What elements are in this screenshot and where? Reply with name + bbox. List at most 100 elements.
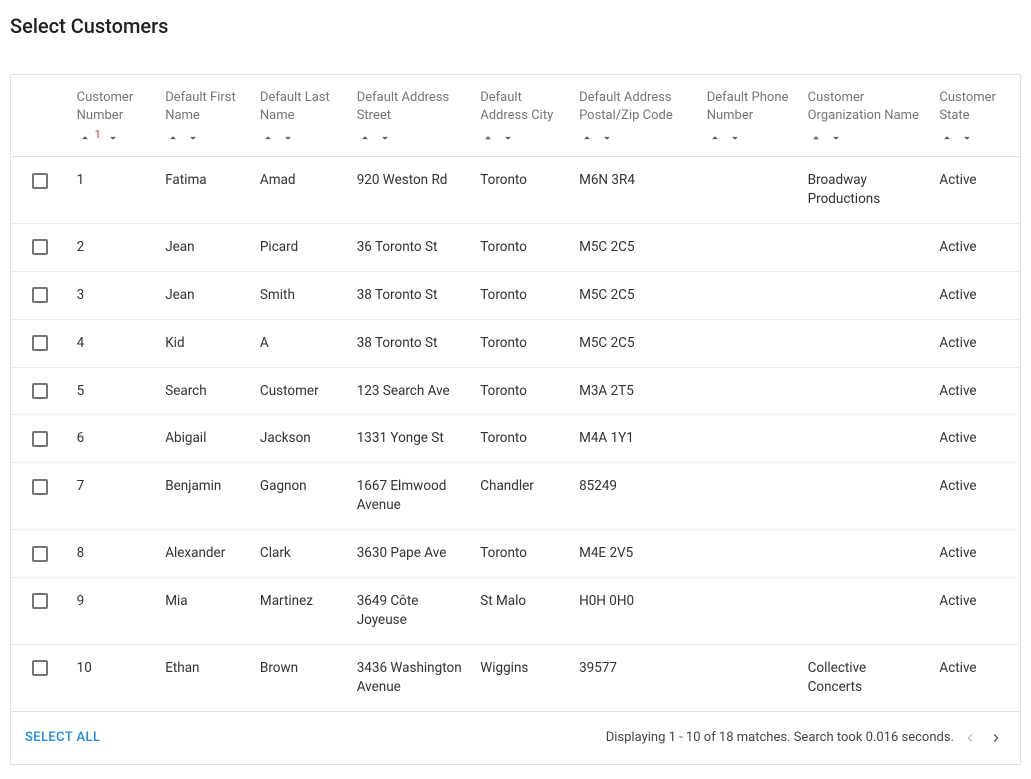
sort-asc-last-name[interactable] — [260, 130, 276, 146]
table-row: 10 Ethan Brown 3436 Washington Avenue Wi… — [11, 644, 1020, 710]
label-first-name: Default First Name — [165, 89, 244, 124]
cell-customer-number: 6 — [69, 415, 158, 463]
cell-city: Toronto — [472, 223, 571, 271]
cell-phone — [699, 367, 800, 415]
table-header-row: Customer Number 1 Default First Name — [11, 75, 1020, 157]
cell-first-name: Fatima — [157, 157, 252, 224]
sort-asc-phone[interactable] — [707, 130, 723, 146]
cell-customer-number: 5 — [69, 367, 158, 415]
cell-state: Active — [931, 223, 1020, 271]
row-checkbox[interactable] — [32, 660, 48, 676]
cell-city: Toronto — [472, 319, 571, 367]
cell-city: St Malo — [472, 578, 571, 645]
row-checkbox[interactable] — [32, 335, 48, 351]
cell-customer-number: 2 — [69, 223, 158, 271]
sort-desc-state[interactable] — [959, 130, 975, 146]
cell-first-name: Alexander — [157, 530, 252, 578]
cell-phone — [699, 644, 800, 710]
sort-desc-postal[interactable] — [599, 130, 615, 146]
cell-state: Active — [931, 578, 1020, 645]
label-last-name: Default Last Name — [260, 89, 341, 124]
column-header-street: Default Address Street — [349, 75, 473, 157]
cell-customer-number: 4 — [69, 319, 158, 367]
cell-first-name: Jean — [157, 223, 252, 271]
customers-table: Customer Number 1 Default First Name — [11, 75, 1020, 711]
cell-city: Toronto — [472, 157, 571, 224]
row-checkbox[interactable] — [32, 287, 48, 303]
sort-asc-street[interactable] — [357, 130, 373, 146]
label-customer-number: Customer Number — [77, 89, 150, 124]
column-header-city: Default Address City — [472, 75, 571, 157]
sort-asc-postal[interactable] — [579, 130, 595, 146]
pagination-display-text: Displaying 1 - 10 of 18 matches. Search … — [606, 730, 954, 745]
cell-last-name: A — [252, 319, 349, 367]
cell-postal: M4E 2V5 — [571, 530, 699, 578]
table-row: 3 Jean Smith 38 Toronto St Toronto M5C 2… — [11, 271, 1020, 319]
sort-desc-last-name[interactable] — [280, 130, 296, 146]
cell-postal: M5C 2C5 — [571, 319, 699, 367]
sort-desc-organization[interactable] — [828, 130, 844, 146]
cell-first-name: Abigail — [157, 415, 252, 463]
cell-phone — [699, 319, 800, 367]
cell-phone — [699, 415, 800, 463]
cell-first-name: Ethan — [157, 644, 252, 710]
row-checkbox[interactable] — [32, 239, 48, 255]
column-header-organization: Customer Organization Name — [800, 75, 932, 157]
cell-city: Toronto — [472, 415, 571, 463]
cell-street: 123 Search Ave — [349, 367, 473, 415]
label-phone: Default Phone Number — [707, 89, 792, 124]
cell-organization — [800, 223, 932, 271]
column-header-checkbox — [11, 75, 69, 157]
cell-phone — [699, 157, 800, 224]
row-checkbox[interactable] — [32, 546, 48, 562]
sort-desc-phone[interactable] — [727, 130, 743, 146]
cell-last-name: Picard — [252, 223, 349, 271]
sort-asc-customer-number[interactable] — [77, 130, 93, 146]
cell-customer-number: 3 — [69, 271, 158, 319]
table-row: 8 Alexander Clark 3630 Pape Ave Toronto … — [11, 530, 1020, 578]
column-header-last-name: Default Last Name — [252, 75, 349, 157]
cell-state: Active — [931, 157, 1020, 224]
row-checkbox[interactable] — [32, 173, 48, 189]
cell-postal: M3A 2T5 — [571, 367, 699, 415]
cell-last-name: Clark — [252, 530, 349, 578]
customers-table-container: Customer Number 1 Default First Name — [10, 74, 1021, 765]
label-city: Default Address City — [480, 89, 563, 124]
cell-customer-number: 8 — [69, 530, 158, 578]
row-checkbox[interactable] — [32, 383, 48, 399]
table-row: 1 Fatima Amad 920 Weston Rd Toronto M6N … — [11, 157, 1020, 224]
table-row: 9 Mia Martinez 3649 Côte Joyeuse St Malo… — [11, 578, 1020, 645]
row-checkbox[interactable] — [32, 593, 48, 609]
table-row: 4 Kid A 38 Toronto St Toronto M5C 2C5 Ac… — [11, 319, 1020, 367]
cell-city: Toronto — [472, 271, 571, 319]
select-all-button[interactable]: SELECT ALL — [25, 730, 100, 745]
table-row: 7 Benjamin Gagnon 1667 Elmwood Avenue Ch… — [11, 463, 1020, 530]
cell-state: Active — [931, 367, 1020, 415]
cell-street: 3436 Washington Avenue — [349, 644, 473, 710]
sort-asc-city[interactable] — [480, 130, 496, 146]
table-row: 2 Jean Picard 36 Toronto St Toronto M5C … — [11, 223, 1020, 271]
table-row: 6 Abigail Jackson 1331 Yonge St Toronto … — [11, 415, 1020, 463]
cell-postal: 39577 — [571, 644, 699, 710]
cell-postal: M5C 2C5 — [571, 223, 699, 271]
page-title: Select Customers — [10, 14, 1021, 38]
cell-postal: M4A 1Y1 — [571, 415, 699, 463]
cell-street: 3649 Côte Joyeuse — [349, 578, 473, 645]
cell-organization — [800, 530, 932, 578]
row-checkbox[interactable] — [32, 431, 48, 447]
sort-asc-state[interactable] — [939, 130, 955, 146]
sort-desc-city[interactable] — [500, 130, 516, 146]
cell-phone — [699, 463, 800, 530]
sort-asc-organization[interactable] — [808, 130, 824, 146]
table-row: 5 Search Customer 123 Search Ave Toronto… — [11, 367, 1020, 415]
sort-desc-street[interactable] — [377, 130, 393, 146]
row-checkbox[interactable] — [32, 479, 48, 495]
sort-index: 1 — [95, 128, 101, 141]
cell-postal: M5C 2C5 — [571, 271, 699, 319]
sort-asc-first-name[interactable] — [165, 130, 181, 146]
cell-organization — [800, 463, 932, 530]
sort-desc-customer-number[interactable] — [105, 130, 121, 146]
cell-customer-number: 7 — [69, 463, 158, 530]
sort-desc-first-name[interactable] — [185, 130, 201, 146]
cell-last-name: Smith — [252, 271, 349, 319]
